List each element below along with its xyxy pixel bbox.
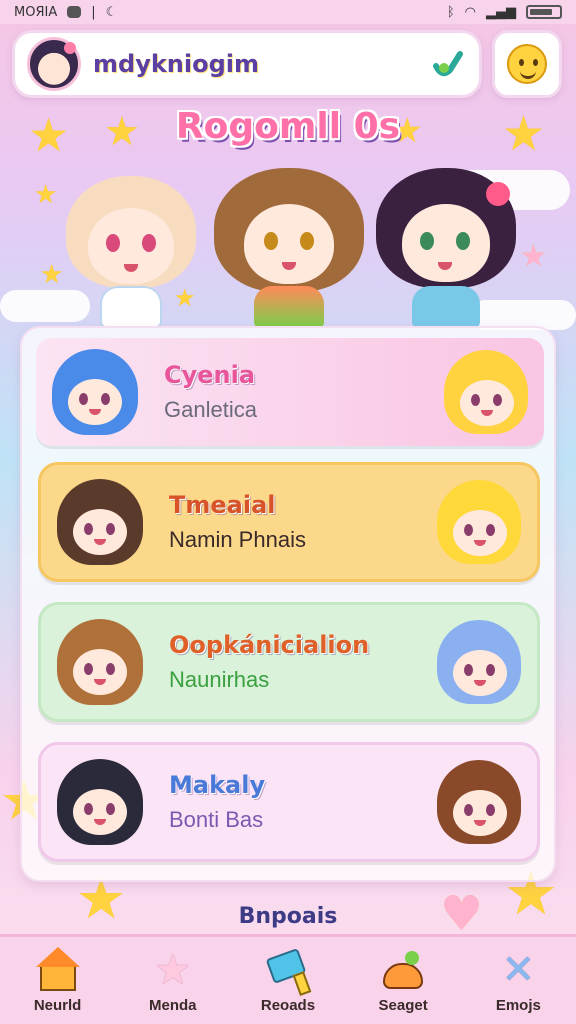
page-title: Rogomll 0s xyxy=(175,106,401,147)
avatar xyxy=(57,759,143,845)
nav-item-reoads[interactable]: Reoads xyxy=(238,947,338,1014)
nav-label: Menda xyxy=(149,997,197,1014)
card-title: Tmeaial xyxy=(169,491,276,519)
nav-item-neurld[interactable]: Neurld xyxy=(8,947,108,1014)
section-label: Bnpoais xyxy=(238,904,338,929)
card-title: Cyenia xyxy=(164,361,256,389)
card-title: Oopkánicialion xyxy=(169,631,370,659)
sparkle-x-icon: ✕ xyxy=(501,947,536,993)
smiley-icon xyxy=(507,44,547,84)
food-icon xyxy=(380,947,426,993)
character-card[interactable]: Tmeaial Namin Phnais xyxy=(38,462,540,582)
avatar xyxy=(57,479,143,565)
card-subtitle: Bonti Bas xyxy=(169,807,264,832)
emoji-button[interactable] xyxy=(492,30,562,98)
wifi-icon: ◠ xyxy=(464,4,476,20)
star-icon: ★ xyxy=(520,239,547,274)
hero-character-brunette xyxy=(214,162,364,328)
character-card[interactable]: Makaly Bonti Bas xyxy=(38,742,540,862)
card-subtitle: Namin Phnais xyxy=(169,527,306,552)
signal-icon: ▂▄▆ xyxy=(486,4,516,20)
star-icon: ★ xyxy=(40,260,64,290)
nav-label: Emojs xyxy=(495,997,541,1014)
status-bar: MOЯIA | ☾ ᛒ ◠ ▂▄▆ xyxy=(0,0,576,24)
nav-label: Seaget xyxy=(378,997,428,1014)
nav-item-menda[interactable]: ★ Menda xyxy=(123,945,223,1015)
house-icon xyxy=(35,947,81,993)
star-icon: ★ xyxy=(153,945,192,994)
character-card[interactable]: Oopkánicialion Naunirhas xyxy=(38,602,540,722)
star-icon: ★ xyxy=(34,180,58,210)
bottom-nav: Neurld ★ Menda Reoads Seaget ✕ Emojs xyxy=(0,934,576,1024)
bluetooth-icon: ᛒ xyxy=(446,4,455,20)
card-subtitle: Naunirhas xyxy=(169,667,270,692)
avatar xyxy=(57,619,143,705)
hero-character-dark-hair xyxy=(376,160,516,328)
status-separator: | xyxy=(91,4,96,20)
hair-bow-icon xyxy=(486,182,510,206)
hero-character-blonde xyxy=(66,168,196,328)
carrier-label: MOЯIA xyxy=(14,4,58,20)
nav-label: Reoads xyxy=(260,997,316,1014)
card-subtitle: Ganletica xyxy=(164,397,257,422)
avatar xyxy=(52,349,138,435)
search-input[interactable]: mdykniogim xyxy=(93,50,417,78)
avatar xyxy=(437,620,521,704)
chat-icon xyxy=(67,6,82,18)
checkmark-swoosh-icon[interactable] xyxy=(429,45,467,83)
nav-item-seaget[interactable]: Seaget xyxy=(353,947,453,1014)
battery-icon xyxy=(526,5,562,19)
character-card[interactable]: Cyenia Ganletica xyxy=(36,338,544,446)
avatar xyxy=(444,350,528,434)
nav-label: Neurld xyxy=(33,997,82,1014)
profile-avatar[interactable] xyxy=(27,37,81,91)
moon-icon: ☾ xyxy=(105,4,118,20)
nav-item-emojs[interactable]: ✕ Emojs xyxy=(468,947,568,1014)
avatar xyxy=(437,760,521,844)
paint-brush-icon xyxy=(265,947,311,993)
avatar xyxy=(437,480,521,564)
card-title: Makaly xyxy=(169,771,266,799)
search-bar[interactable]: mdykniogim xyxy=(12,30,482,98)
